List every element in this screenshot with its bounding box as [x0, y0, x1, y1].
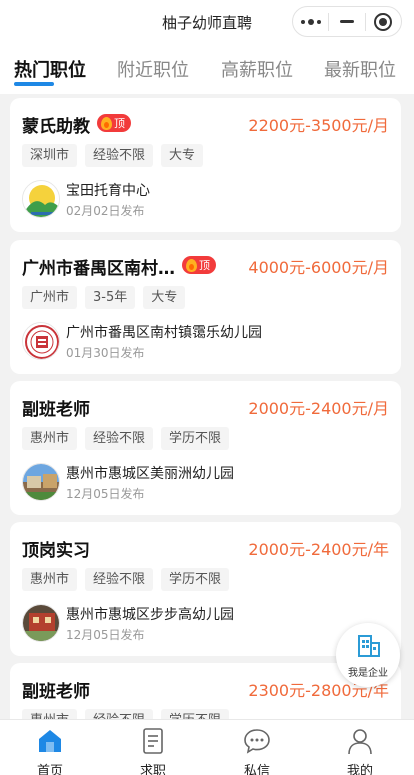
post-date: 02月02日发布 [66, 204, 145, 218]
job-title: 副班老师 [22, 682, 90, 702]
job-category-tabs: 热门职位 附近职位 高薪职位 最新职位 [0, 44, 414, 94]
minimize-button[interactable] [329, 7, 364, 36]
more-dots-icon [300, 18, 321, 25]
job-tags: 惠州市 经验不限 学历不限 [22, 709, 230, 719]
company-name: 广州市番禺区南村镇霭乐幼儿园 [66, 325, 262, 341]
company-photo [22, 463, 60, 501]
flame-icon [186, 258, 197, 272]
building-icon [358, 635, 380, 657]
job-card[interactable]: 副班老师 2000元-2400元/月 惠州市 经验不限 学历不限 惠州市惠城区美… [10, 381, 401, 515]
target-circle-icon [374, 12, 393, 31]
tag-education: 学历不限 [161, 568, 230, 591]
document-icon [143, 728, 163, 754]
tag-experience: 经验不限 [85, 568, 154, 591]
tag-city: 广州市 [22, 286, 78, 309]
tag-education: 学历不限 [161, 709, 230, 719]
pinned-badge: 顶 [97, 114, 131, 132]
tag-education: 大专 [161, 144, 204, 167]
nav-home[interactable]: 首页 [15, 720, 85, 775]
job-list[interactable]: 蒙氏助教 顶 2200元-3500元/月 深圳市 经验不限 大专 宝田托育中心 … [0, 94, 414, 719]
active-tab-indicator [14, 82, 54, 86]
enterprise-label: 我是企业 [348, 668, 388, 679]
tag-education: 学历不限 [161, 427, 230, 450]
tag-city: 惠州市 [22, 568, 78, 591]
company-photo [22, 604, 60, 642]
tag-experience: 经验不限 [85, 144, 154, 167]
mini-program-capsule [292, 6, 402, 37]
enterprise-entry-button[interactable]: 我是企业 [336, 623, 400, 687]
job-salary: 2000元-2400元/年 [248, 540, 389, 559]
tag-city: 深圳市 [22, 144, 78, 167]
company-logo [22, 180, 60, 218]
tab-hot-jobs[interactable]: 热门职位 [14, 56, 86, 82]
minus-icon [339, 20, 354, 23]
home-icon [39, 730, 61, 752]
tag-city: 惠州市 [22, 427, 78, 450]
job-tags: 惠州市 经验不限 学历不限 [22, 427, 230, 450]
tab-latest-jobs[interactable]: 最新职位 [324, 56, 396, 82]
job-title: 顶岗实习 [22, 541, 90, 561]
more-button[interactable] [293, 7, 328, 36]
person-icon [348, 729, 372, 755]
pinned-badge: 顶 [182, 256, 216, 274]
job-card[interactable]: 广州市番禺区南村… 顶 4000元-6000元/月 广州市 3-5年 大专 广州… [10, 240, 401, 374]
nav-job-search[interactable]: 求职 [118, 720, 188, 775]
close-app-button[interactable] [366, 7, 401, 36]
company-name: 惠州市惠城区步步高幼儿园 [66, 607, 234, 623]
job-title: 副班老师 [22, 400, 90, 420]
tag-experience: 经验不限 [85, 427, 154, 450]
flame-icon [101, 116, 112, 130]
job-title: 蒙氏助教 [22, 117, 90, 137]
post-date: 01月30日发布 [66, 346, 145, 360]
job-title: 广州市番禺区南村… [22, 259, 175, 279]
company-name: 惠州市惠城区美丽洲幼儿园 [66, 466, 234, 482]
tab-high-salary-jobs[interactable]: 高薪职位 [221, 56, 293, 82]
nav-profile[interactable]: 我的 [325, 720, 395, 775]
tag-experience: 3-5年 [85, 286, 136, 309]
post-date: 12月05日发布 [66, 628, 145, 642]
job-card[interactable]: 蒙氏助教 顶 2200元-3500元/月 深圳市 经验不限 大专 宝田托育中心 … [10, 98, 401, 232]
tag-experience: 经验不限 [85, 709, 154, 719]
job-salary: 4000元-6000元/月 [248, 258, 389, 277]
nav-home-label: 首页 [36, 764, 63, 775]
title-bar: 柚子幼师直聘 [0, 0, 414, 44]
job-tags: 广州市 3-5年 大专 [22, 286, 186, 309]
company-name: 宝田托育中心 [66, 183, 150, 199]
nav-job-search-label: 求职 [139, 764, 166, 775]
tag-education: 大专 [143, 286, 186, 309]
nav-messages-label: 私信 [243, 764, 270, 775]
job-tags: 惠州市 经验不限 学历不限 [22, 568, 230, 591]
tag-city: 惠州市 [22, 709, 78, 719]
job-salary: 2000元-2400元/月 [248, 399, 389, 418]
nav-messages[interactable]: 私信 [222, 720, 292, 775]
post-date: 12月05日发布 [66, 487, 145, 501]
nav-profile-label: 我的 [346, 764, 373, 775]
tab-nearby-jobs[interactable]: 附近职位 [117, 56, 189, 82]
job-tags: 深圳市 经验不限 大专 [22, 144, 204, 167]
job-salary: 2200元-3500元/月 [248, 116, 389, 135]
company-logo [22, 322, 60, 360]
chat-bubble-icon [244, 729, 270, 754]
bottom-navigation: 首页 求职 私信 我的 [0, 719, 414, 775]
